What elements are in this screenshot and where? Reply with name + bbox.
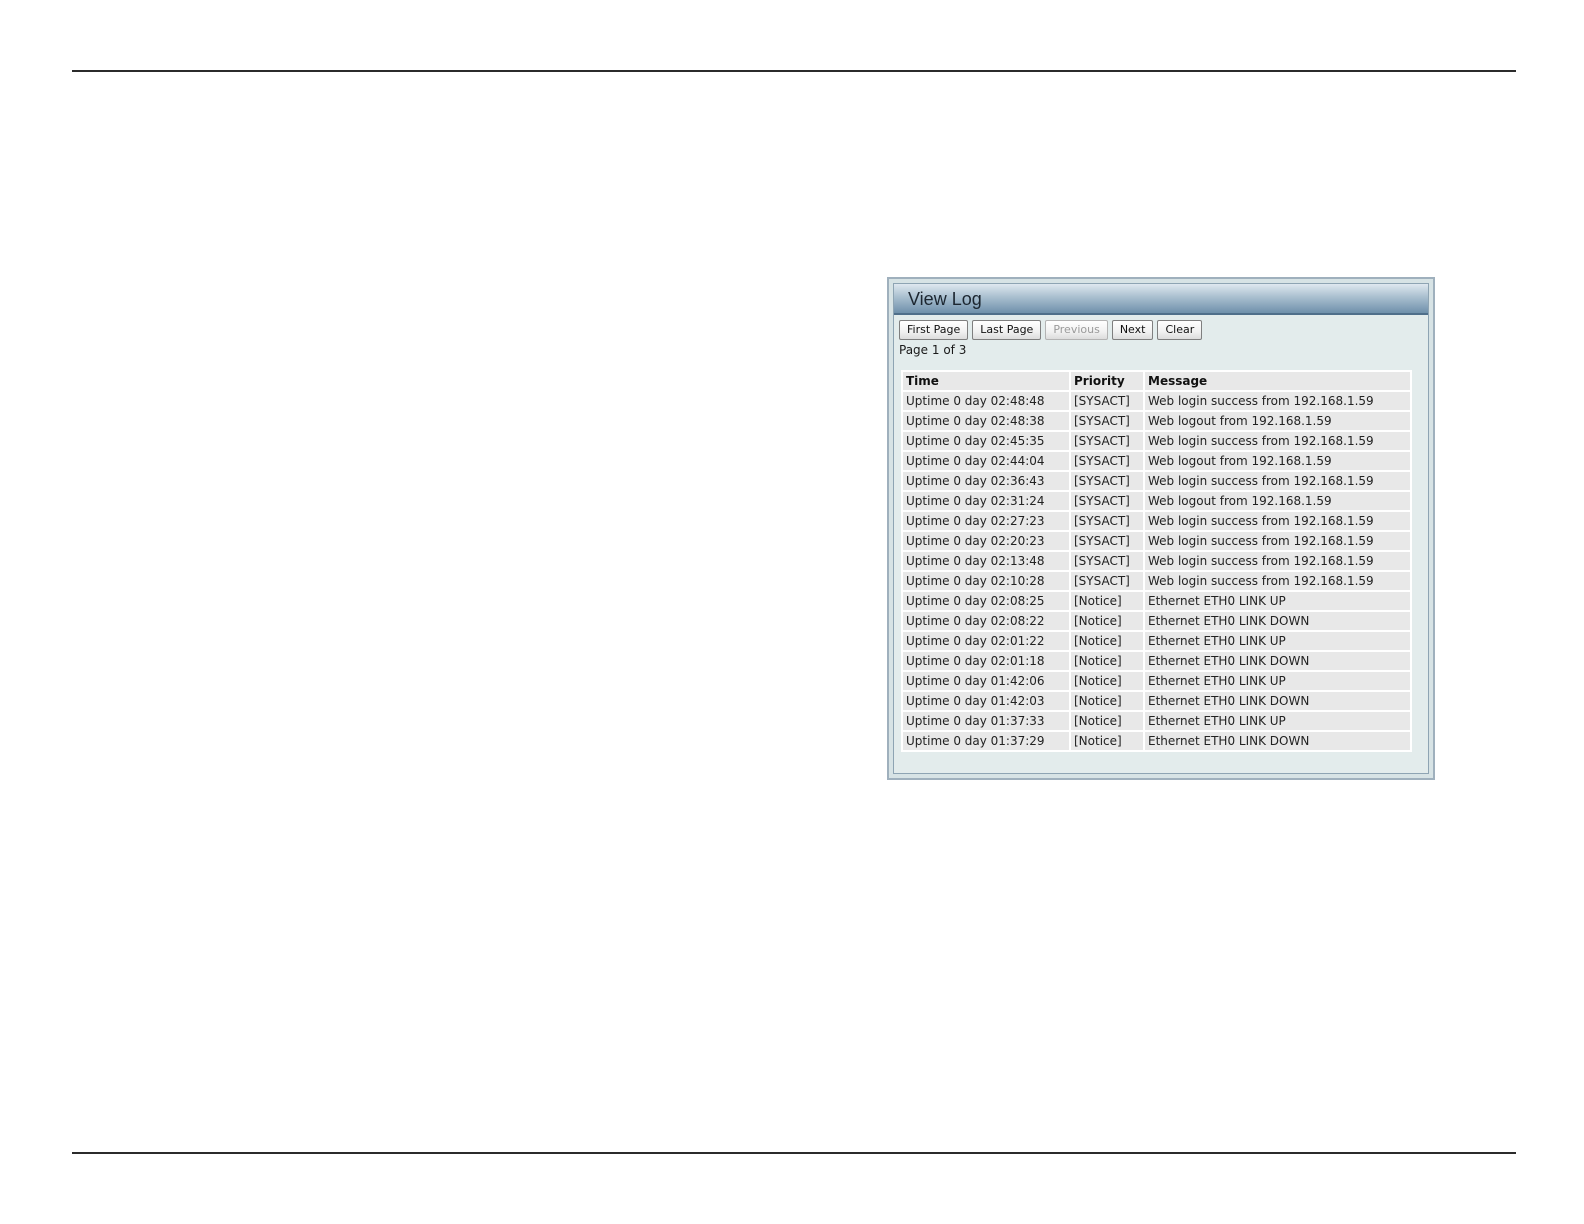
- cell-priority: [Notice]: [1071, 652, 1143, 670]
- cell-message: Ethernet ETH0 LINK UP: [1145, 632, 1410, 650]
- cell-time: Uptime 0 day 02:20:23: [903, 532, 1069, 550]
- cell-priority: [SYSACT]: [1071, 552, 1143, 570]
- table-row: Uptime 0 day 02:08:22 [Notice] Ethernet ET…: [903, 612, 1410, 630]
- cell-priority: [SYSACT]: [1071, 452, 1143, 470]
- previous-button[interactable]: Previous: [1045, 320, 1108, 340]
- cell-time: Uptime 0 day 02:13:48: [903, 552, 1069, 570]
- table-row: Uptime 0 day 02:10:28 [SYSACT] Web login s…: [903, 572, 1410, 590]
- cell-time: Uptime 0 day 01:37:29: [903, 732, 1069, 750]
- table-row: Uptime 0 day 01:42:03 [Notice] Ethernet ET…: [903, 692, 1410, 710]
- cell-priority: [SYSACT]: [1071, 392, 1143, 410]
- cell-message: Ethernet ETH0 LINK UP: [1145, 592, 1410, 610]
- cell-time: Uptime 0 day 01:42:03: [903, 692, 1069, 710]
- cell-time: Uptime 0 day 02:31:24: [903, 492, 1069, 510]
- table-row: Uptime 0 day 02:48:38 [SYSACT] Web logout …: [903, 412, 1410, 430]
- table-row: Uptime 0 day 02:31:24 [SYSACT] Web logout …: [903, 492, 1410, 510]
- cell-message: Ethernet ETH0 LINK UP: [1145, 712, 1410, 730]
- cell-time: Uptime 0 day 02:48:48: [903, 392, 1069, 410]
- table-row: Uptime 0 day 02:44:04 [SYSACT] Web logout …: [903, 452, 1410, 470]
- table-row: Uptime 0 day 02:36:43 [SYSACT] Web login s…: [903, 472, 1410, 490]
- cell-time: Uptime 0 day 02:10:28: [903, 572, 1069, 590]
- cell-time: Uptime 0 day 02:48:38: [903, 412, 1069, 430]
- table-row: Uptime 0 day 02:45:35 [SYSACT] Web login s…: [903, 432, 1410, 450]
- column-header-priority: Priority: [1071, 372, 1143, 390]
- table-row: Uptime 0 day 02:48:48 [SYSACT] Web login s…: [903, 392, 1410, 410]
- cell-message: Web login success from 192.168.1.59: [1145, 472, 1410, 490]
- cell-message: Web login success from 192.168.1.59: [1145, 432, 1410, 450]
- cell-time: Uptime 0 day 02:27:23: [903, 512, 1069, 530]
- cell-priority: [Notice]: [1071, 732, 1143, 750]
- cell-time: Uptime 0 day 02:36:43: [903, 472, 1069, 490]
- cell-priority: [Notice]: [1071, 712, 1143, 730]
- cell-time: Uptime 0 day 02:08:25: [903, 592, 1069, 610]
- cell-message: Web login success from 192.168.1.59: [1145, 572, 1410, 590]
- cell-priority: [SYSACT]: [1071, 472, 1143, 490]
- panel-title: View Log: [894, 284, 1428, 315]
- cell-priority: [SYSACT]: [1071, 432, 1143, 450]
- cell-priority: [SYSACT]: [1071, 412, 1143, 430]
- cell-priority: [Notice]: [1071, 692, 1143, 710]
- cell-message: Web logout from 192.168.1.59: [1145, 492, 1410, 510]
- cell-message: Web login success from 192.168.1.59: [1145, 392, 1410, 410]
- column-header-time: Time: [903, 372, 1069, 390]
- cell-time: Uptime 0 day 01:42:06: [903, 672, 1069, 690]
- cell-message: Ethernet ETH0 LINK UP: [1145, 672, 1410, 690]
- cell-priority: [Notice]: [1071, 632, 1143, 650]
- log-table-body: Uptime 0 day 02:48:48 [SYSACT] Web login s…: [903, 392, 1410, 750]
- cell-message: Web login success from 192.168.1.59: [1145, 532, 1410, 550]
- last-page-button[interactable]: Last Page: [972, 320, 1042, 340]
- bottom-divider: [72, 1152, 1516, 1154]
- cell-priority: [Notice]: [1071, 592, 1143, 610]
- cell-message: Web logout from 192.168.1.59: [1145, 452, 1410, 470]
- cell-time: Uptime 0 day 02:45:35: [903, 432, 1069, 450]
- view-log-panel: View Log First Page Last Page Previous N…: [887, 277, 1435, 780]
- cell-priority: [SYSACT]: [1071, 492, 1143, 510]
- cell-time: Uptime 0 day 02:44:04: [903, 452, 1069, 470]
- cell-time: Uptime 0 day 01:37:33: [903, 712, 1069, 730]
- table-row: Uptime 0 day 02:08:25 [Notice] Ethernet ET…: [903, 592, 1410, 610]
- cell-message: Web login success from 192.168.1.59: [1145, 512, 1410, 530]
- table-header-row: Time Priority Message: [903, 372, 1410, 390]
- cell-priority: [Notice]: [1071, 672, 1143, 690]
- log-table: Time Priority Message Uptime 0 day 02:48…: [901, 370, 1412, 752]
- cell-message: Web logout from 192.168.1.59: [1145, 412, 1410, 430]
- clear-button[interactable]: Clear: [1157, 320, 1203, 340]
- table-row: Uptime 0 day 01:42:06 [Notice] Ethernet ET…: [903, 672, 1410, 690]
- cell-message: Ethernet ETH0 LINK DOWN: [1145, 612, 1410, 630]
- table-row: Uptime 0 day 02:20:23 [SYSACT] Web login s…: [903, 532, 1410, 550]
- log-toolbar: First Page Last Page Previous Next Clear: [899, 320, 1428, 340]
- table-row: Uptime 0 day 02:27:23 [SYSACT] Web login s…: [903, 512, 1410, 530]
- cell-time: Uptime 0 day 02:01:18: [903, 652, 1069, 670]
- table-row: Uptime 0 day 02:01:18 [Notice] Ethernet ET…: [903, 652, 1410, 670]
- table-row: Uptime 0 day 02:01:22 [Notice] Ethernet ET…: [903, 632, 1410, 650]
- cell-time: Uptime 0 day 02:08:22: [903, 612, 1069, 630]
- cell-message: Web login success from 192.168.1.59: [1145, 552, 1410, 570]
- table-row: Uptime 0 day 02:13:48 [SYSACT] Web login s…: [903, 552, 1410, 570]
- cell-priority: [SYSACT]: [1071, 512, 1143, 530]
- first-page-button[interactable]: First Page: [899, 320, 969, 340]
- cell-priority: [Notice]: [1071, 612, 1143, 630]
- page-indicator: Page 1 of 3: [899, 343, 967, 357]
- table-row: Uptime 0 day 01:37:33 [Notice] Ethernet ET…: [903, 712, 1410, 730]
- next-button[interactable]: Next: [1111, 320, 1154, 340]
- cell-message: Ethernet ETH0 LINK DOWN: [1145, 692, 1410, 710]
- top-divider: [72, 70, 1516, 72]
- column-header-message: Message: [1145, 372, 1410, 390]
- cell-message: Ethernet ETH0 LINK DOWN: [1145, 732, 1410, 750]
- cell-priority: [SYSACT]: [1071, 572, 1143, 590]
- view-log-panel-inner: View Log First Page Last Page Previous N…: [893, 283, 1429, 774]
- cell-priority: [SYSACT]: [1071, 532, 1143, 550]
- table-row: Uptime 0 day 01:37:29 [Notice] Ethernet ET…: [903, 732, 1410, 750]
- cell-time: Uptime 0 day 02:01:22: [903, 632, 1069, 650]
- cell-message: Ethernet ETH0 LINK DOWN: [1145, 652, 1410, 670]
